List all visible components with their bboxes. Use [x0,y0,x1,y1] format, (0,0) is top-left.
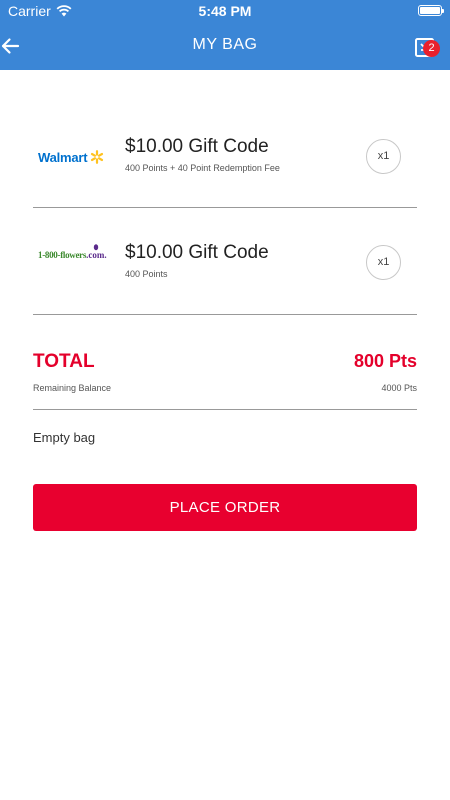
item-points: 400 Points [125,269,168,279]
bag-item: Walmart $10.00 Gift Code 400 Points + 40… [33,118,417,208]
remaining-balance-label: Remaining Balance [33,383,112,393]
empty-bag-link[interactable]: Empty bag [33,430,95,445]
page-title: MY BAG [192,36,258,53]
status-time: 5:48 PM [198,3,252,19]
item-title: $10.00 Gift Code [125,136,269,157]
status-bar: Carrier 5:48 PM [0,0,450,22]
walmart-logo: Walmart [38,146,108,168]
place-order-button[interactable]: PLACE ORDER [33,484,417,531]
bag-button[interactable]: 2 [414,34,440,58]
nav-bar: MY BAG 2 [0,22,450,70]
order-summary: TOTAL 800 Pts Remaining Balance 4000 Pts [33,315,417,410]
flower-icon [93,244,99,251]
quantity-button[interactable]: x1 [366,139,401,174]
quantity-button[interactable]: x1 [366,245,401,280]
bag-item: 1-800-flowers .com. $10.00 Gift Code 400… [33,208,417,315]
battery-icon [418,5,444,16]
remaining-balance-value: 4000 Pts [381,383,417,393]
walmart-spark-icon [91,150,104,164]
item-title: $10.00 Gift Code [125,242,269,263]
total-label: TOTAL [33,351,95,372]
1800flowers-logo: 1-800-flowers .com. [38,244,108,266]
bag-count-badge: 2 [423,40,440,57]
total-value: 800 Pts [353,351,417,371]
status-right [418,5,444,16]
item-points: 400 Points + 40 Point Redemption Fee [125,163,280,173]
